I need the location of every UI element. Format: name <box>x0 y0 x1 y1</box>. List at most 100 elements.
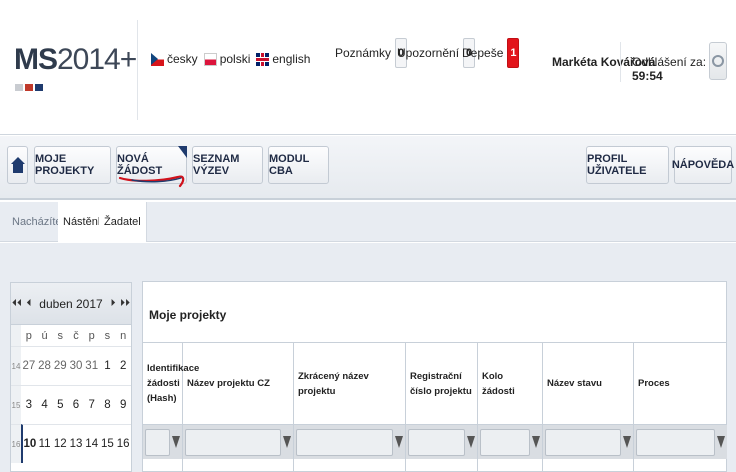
column-header-project-name[interactable]: Název projektu CZ <box>183 343 294 424</box>
calendar-day[interactable]: 5 <box>52 385 69 424</box>
breadcrumb-item-applicant[interactable]: Žadatel <box>99 202 147 242</box>
table-cell <box>183 459 294 472</box>
filter-icon[interactable] <box>532 436 540 448</box>
active-corner-marker <box>178 146 187 158</box>
table-cell <box>294 459 406 472</box>
calendar-day[interactable]: 12 <box>52 424 69 463</box>
lang-polish[interactable]: polski <box>203 52 251 66</box>
calendar-day[interactable]: 13 <box>68 424 84 463</box>
calendar-day[interactable]: 27 <box>21 346 37 385</box>
column-header-short-name[interactable]: Zkrácený název projektu <box>294 343 406 424</box>
table-cell <box>634 459 727 472</box>
logo-square-red <box>25 84 33 91</box>
day-name: p <box>25 329 32 342</box>
my-projects-button[interactable]: MOJE PROJEKTY <box>34 146 111 184</box>
column-header-hash[interactable]: Identifikace žádosti (Hash) <box>143 343 199 424</box>
calendar-day[interactable]: 6 <box>68 385 84 424</box>
calendar-day[interactable]: 3 <box>21 385 37 424</box>
panel-title: Moje projekty <box>149 308 227 322</box>
alerts-label: Upozornění <box>397 46 460 60</box>
calendar-grid: p ú s č p s n 14 27 28 29 30 31 1 2 15 3… <box>11 325 131 463</box>
calendar-day[interactable]: 7 <box>83 385 100 424</box>
breadcrumb: Nacházíte se: Nástěnka Žadatel <box>0 202 736 242</box>
lang-label: polski <box>219 52 251 66</box>
filter-icon[interactable] <box>172 436 180 448</box>
logo-square-grey <box>15 84 23 91</box>
messages-notification[interactable]: Depeše 1 <box>462 38 520 68</box>
filter-input[interactable] <box>636 428 715 456</box>
language-switcher: česky polski english <box>151 52 310 66</box>
week-number: 14 <box>11 346 21 385</box>
week-number: 16 <box>11 424 21 463</box>
calendar-day[interactable]: 28 <box>36 346 53 385</box>
projects-filter-row <box>143 424 727 459</box>
day-name: s <box>104 329 111 342</box>
table-row[interactable] <box>143 459 727 472</box>
logout-label: Odhlášení za: <box>632 55 707 69</box>
projects-table-header: Identifikace žádosti (Hash) Název projek… <box>143 342 727 424</box>
user-profile-button[interactable]: PROFIL UŽIVATELE <box>586 146 669 184</box>
week-number: 15 <box>11 385 21 424</box>
calendar-day[interactable]: 30 <box>68 346 84 385</box>
calendar-day[interactable]: 4 <box>36 385 53 424</box>
day-name: n <box>120 329 127 342</box>
logo-square-blue <box>35 84 43 91</box>
filter-input[interactable] <box>480 428 530 456</box>
lang-english[interactable]: english <box>256 52 310 66</box>
calendar-day-today[interactable]: 10 <box>21 424 37 463</box>
calls-list-button[interactable]: SEZNAM VÝZEV <box>192 146 263 184</box>
next-year-icon[interactable]: ⏵⏵ <box>119 298 131 309</box>
filter-icon[interactable] <box>283 436 291 448</box>
calendar-day[interactable]: 9 <box>115 385 131 424</box>
calendar-day[interactable]: 31 <box>83 346 100 385</box>
logout-button[interactable] <box>709 42 727 80</box>
my-projects-panel: Moje projekty Identifikace žádosti (Hash… <box>142 281 727 472</box>
filter-cell <box>543 425 634 459</box>
prev-month-icon[interactable]: ⏴ <box>23 298 35 309</box>
calendar-day[interactable]: 11 <box>36 424 53 463</box>
home-button[interactable] <box>7 146 28 184</box>
calendar-day[interactable]: 15 <box>99 424 116 463</box>
lang-czech[interactable]: česky <box>151 52 198 66</box>
cba-module-button[interactable]: MODUL CBA <box>268 146 329 184</box>
column-header-round[interactable]: Kolo žádosti <box>478 343 543 424</box>
table-cell <box>478 459 543 472</box>
flag-pl-icon <box>203 52 217 66</box>
notes-label: Poznámky <box>335 46 392 60</box>
filter-icon[interactable] <box>467 436 475 448</box>
filter-input[interactable] <box>145 428 170 456</box>
header-divider <box>137 20 138 120</box>
next-month-icon[interactable]: ⏵ <box>107 298 119 309</box>
calendar-day[interactable]: 14 <box>83 424 100 463</box>
prev-year-icon[interactable]: ⏴⏴ <box>11 298 23 309</box>
filter-input[interactable] <box>185 428 281 456</box>
filter-icon[interactable] <box>395 436 403 448</box>
power-icon <box>712 55 724 67</box>
column-header-status[interactable]: Název stavu <box>543 343 634 424</box>
day-name: s <box>57 329 64 342</box>
filter-input[interactable] <box>408 428 465 456</box>
messages-label: Depeše <box>462 46 504 60</box>
calendar-day[interactable]: 16 <box>115 424 131 463</box>
calendar-day[interactable]: 29 <box>52 346 69 385</box>
table-cell <box>543 459 634 472</box>
calendar-day[interactable]: 1 <box>99 346 116 385</box>
filter-icon[interactable] <box>717 436 725 448</box>
column-header-registration-number[interactable]: Registrační číslo projektu <box>406 343 478 424</box>
table-cell <box>406 459 478 472</box>
calendar-title: duben 2017 <box>39 296 103 311</box>
help-button[interactable]: NÁPOVĚDA <box>672 146 734 184</box>
lang-label: english <box>272 52 311 66</box>
app-logo[interactable]: MS2014+ <box>14 43 137 77</box>
table-cell <box>143 459 183 472</box>
main-navigation: MOJE PROJEKTY NOVÁ ŽÁDOST SEZNAM VÝZEV M… <box>0 136 736 200</box>
filter-input[interactable] <box>296 428 393 456</box>
day-name: p <box>88 329 95 342</box>
calendar-day[interactable]: 8 <box>99 385 116 424</box>
filter-icon[interactable] <box>623 436 631 448</box>
content-area: ⏴⏴ ⏴ duben 2017 ⏵ ⏵⏵ p ú s č p s n 14 27… <box>0 243 736 472</box>
column-header-process[interactable]: Proces <box>634 343 727 424</box>
calendar-day[interactable]: 2 <box>115 346 131 385</box>
filter-input[interactable] <box>545 428 621 456</box>
calendar-widget: ⏴⏴ ⏴ duben 2017 ⏵ ⏵⏵ p ú s č p s n 14 27… <box>10 282 132 472</box>
